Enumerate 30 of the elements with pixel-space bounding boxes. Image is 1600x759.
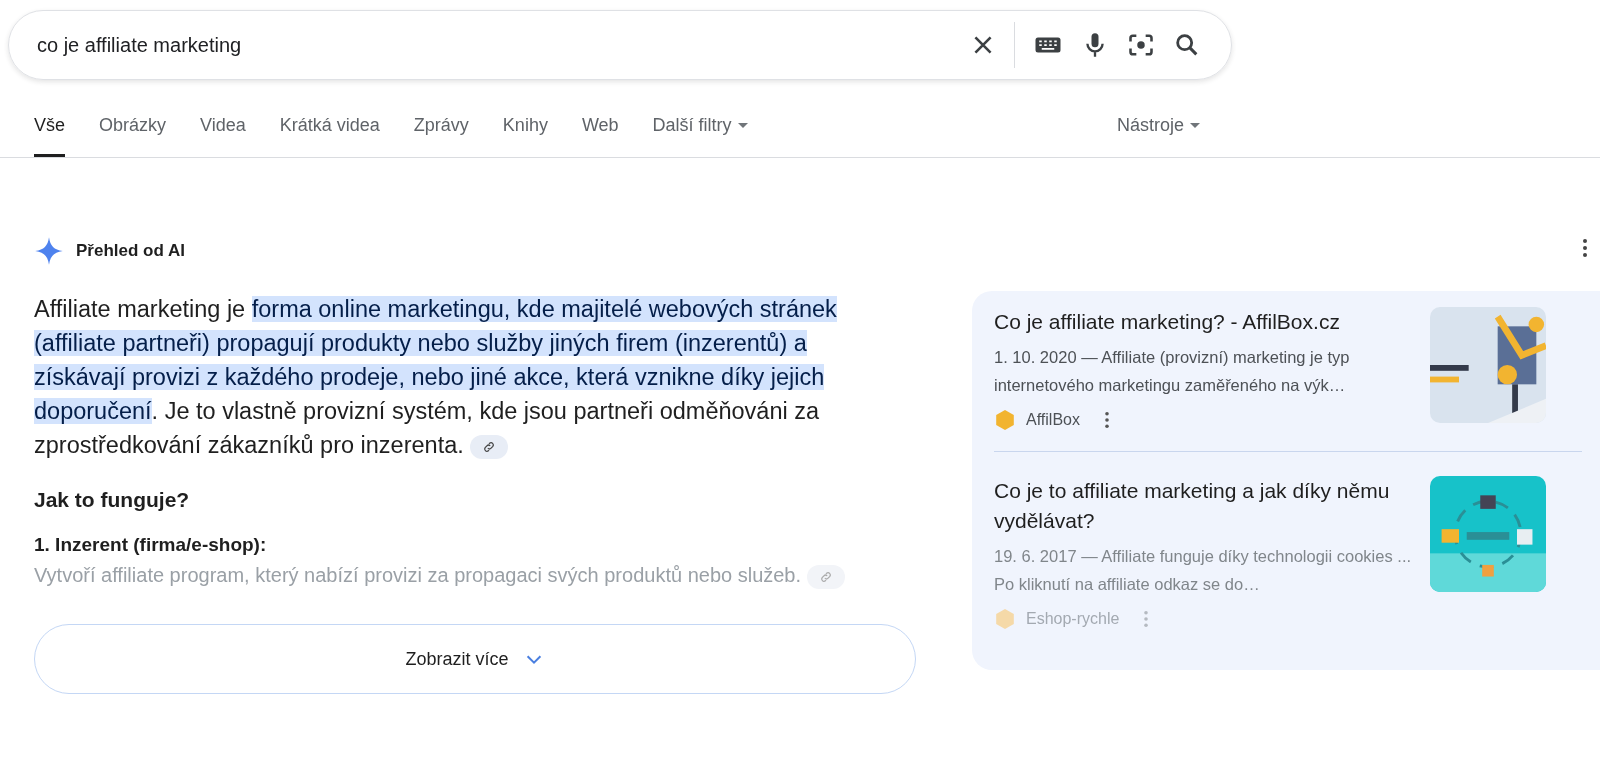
tab[interactable]: Obrázky bbox=[99, 102, 167, 157]
step-text: Vytvoří affiliate program, který nabízí provizi za propagaci svých produktů nebo služeb. bbox=[34, 560, 864, 590]
source-snippet: 19. 6. 2017 — Affiliate funguje díky technologii cookies ... Po kliknutí na affiliate odkaz se do… bbox=[994, 546, 1413, 595]
source-title-link[interactable]: Co je to affiliate marketing a jak díky němu vydělávat? bbox=[994, 476, 1414, 536]
tab[interactable]: Videa bbox=[200, 102, 246, 157]
section-heading: Jak to funguje? bbox=[34, 488, 191, 512]
source-title-link[interactable]: Co je affiliate marketing? - AffilBox.cz bbox=[994, 307, 1414, 337]
more-options-icon[interactable] bbox=[1582, 238, 1588, 258]
link-icon bbox=[818, 569, 833, 584]
show-more-button[interactable]: Zobrazit více bbox=[34, 624, 916, 694]
tools-menu[interactable]: Nástroje bbox=[1116, 102, 1200, 157]
search-field[interactable]: co je affiliate marketing bbox=[35, 32, 952, 58]
link-icon bbox=[482, 439, 497, 454]
tab[interactable]: Vše bbox=[34, 102, 66, 157]
step-title: 1. Inzerent (firma/e-shop): bbox=[34, 534, 268, 556]
caret-icon bbox=[1190, 122, 1200, 128]
ai-overview-title: Přehled od AI bbox=[76, 241, 185, 261]
camera-icon[interactable] bbox=[1127, 31, 1155, 59]
source-link-button[interactable] bbox=[470, 434, 509, 459]
tab[interactable]: Knihy bbox=[502, 102, 548, 157]
more-options-icon[interactable] bbox=[1103, 411, 1110, 429]
caret-icon bbox=[737, 122, 748, 128]
tab[interactable]: Další filtry bbox=[652, 102, 748, 157]
source-snippet: 1. 10. 2020 — Affiliate (provizní) marketing je typ internetového marketingu zaměřeného na výk… bbox=[994, 347, 1351, 396]
tab[interactable]: Web bbox=[581, 102, 619, 157]
site-name: AffilBox bbox=[1026, 411, 1080, 429]
site-name: Eshop-rychle bbox=[1026, 610, 1120, 628]
overview-paragraph: Affiliate marketing je forma online marketingu, kde majitelé webových stránek (affiliate partneři) propagují produkty nebo služby jiných firem (inzerentů) a získávají provizi z každého prodeje, nebo jiné akce, která vznikne díky jejich doporučení. Je to vlastně provizní systém, kde jsou partneři odměňováni za zprostředkování zákazníků pro inzerenta. bbox=[34, 295, 838, 461]
tab[interactable]: Krátká videa bbox=[279, 102, 380, 157]
tab[interactable]: Zprávy bbox=[413, 102, 469, 157]
